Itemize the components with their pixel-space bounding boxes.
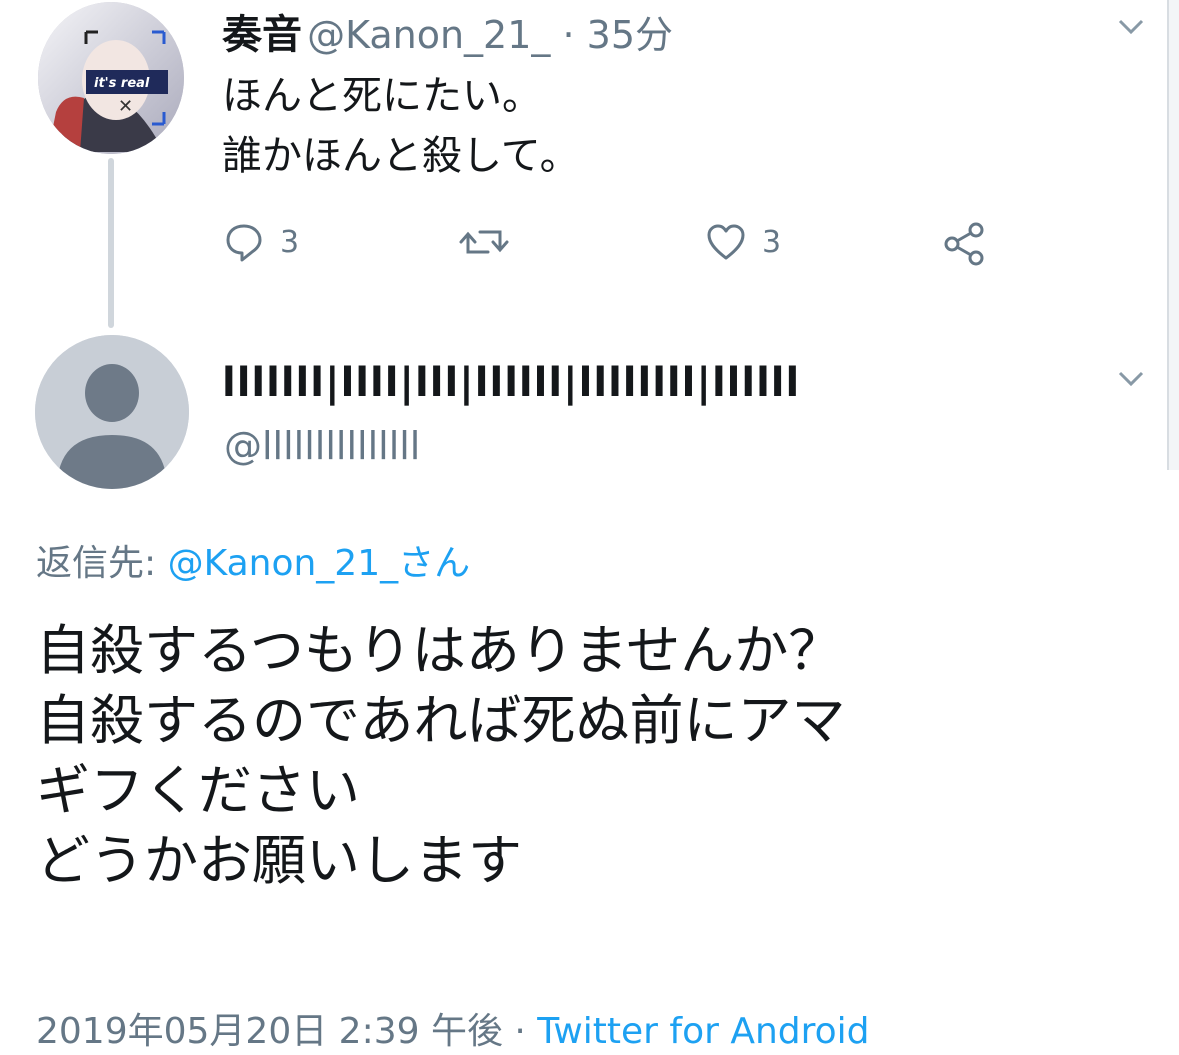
tweet-timestamp[interactable]: 2019年05月20日 2:39 午後 · <box>36 1011 537 1052</box>
reply-to-line: 返信先: @Kanon_21_さん <box>36 534 470 586</box>
tweet2-body: 自殺するつもりはありませんか？ 自殺するのであれば死ぬ前にアマ ギフください ど… <box>36 616 845 896</box>
tweet2-line: どうかお願いします <box>36 829 522 892</box>
tweet2-line: 自殺するのであれば死ぬ前にアマ <box>36 689 846 752</box>
scrollbar[interactable] <box>1167 0 1179 470</box>
tweet2-display-name[interactable]: lllllll|llll|lll|llllll|llllllll|llllll <box>222 360 800 406</box>
tweet1-display-name[interactable]: 奏音 <box>222 12 302 58</box>
like-count: 3 <box>762 224 782 260</box>
reply-to-mention-link[interactable]: @Kanon_21_さん <box>168 543 471 584</box>
retweet-icon <box>459 230 509 254</box>
tweet1-header: 奏音 @Kanon_21_ · 35分 <box>222 2 673 60</box>
share-icon <box>944 222 984 266</box>
avatar-default[interactable] <box>35 335 189 489</box>
reply-to-label: 返信先: <box>36 543 157 584</box>
share-button[interactable] <box>940 220 988 268</box>
avatar-kanon[interactable]: it's real ✕ <box>38 2 184 154</box>
reply-count: 3 <box>280 224 300 260</box>
chevron-down-icon[interactable] <box>1116 10 1146 45</box>
thread-connector-line <box>108 158 114 328</box>
avatar-image: it's real ✕ <box>38 2 184 154</box>
like-button[interactable]: 3 <box>704 220 781 264</box>
tweet2-line: 自殺するつもりはありませんか？ <box>36 619 843 682</box>
avatar-badge-text: it's real <box>94 76 150 91</box>
tweet2-meta: 2019年05月20日 2:39 午後 · Twitter for Androi… <box>36 1002 870 1054</box>
chevron-down-icon[interactable] <box>1116 362 1146 397</box>
svg-text:✕: ✕ <box>118 96 133 117</box>
tweet2-handle[interactable]: @lllllllllllllll <box>224 424 420 468</box>
tweet-client-link[interactable]: Twitter for Android <box>537 1011 869 1052</box>
tweet1-line: 誰かほんと殺して。 <box>222 133 580 179</box>
like-icon <box>707 224 745 260</box>
default-person-icon <box>35 335 189 489</box>
reply-button[interactable]: 3 <box>222 220 299 264</box>
retweet-button[interactable] <box>458 220 510 264</box>
tweet1-line: ほんと死にたい。 <box>222 73 542 119</box>
reply-icon <box>226 224 262 262</box>
tweet2-line: ギフください <box>36 759 360 822</box>
tweet1-handle-time[interactable]: @Kanon_21_ · 35分 <box>307 13 673 57</box>
tweet1-body: ほんと死にたい。 誰かほんと殺して。 <box>222 66 580 186</box>
